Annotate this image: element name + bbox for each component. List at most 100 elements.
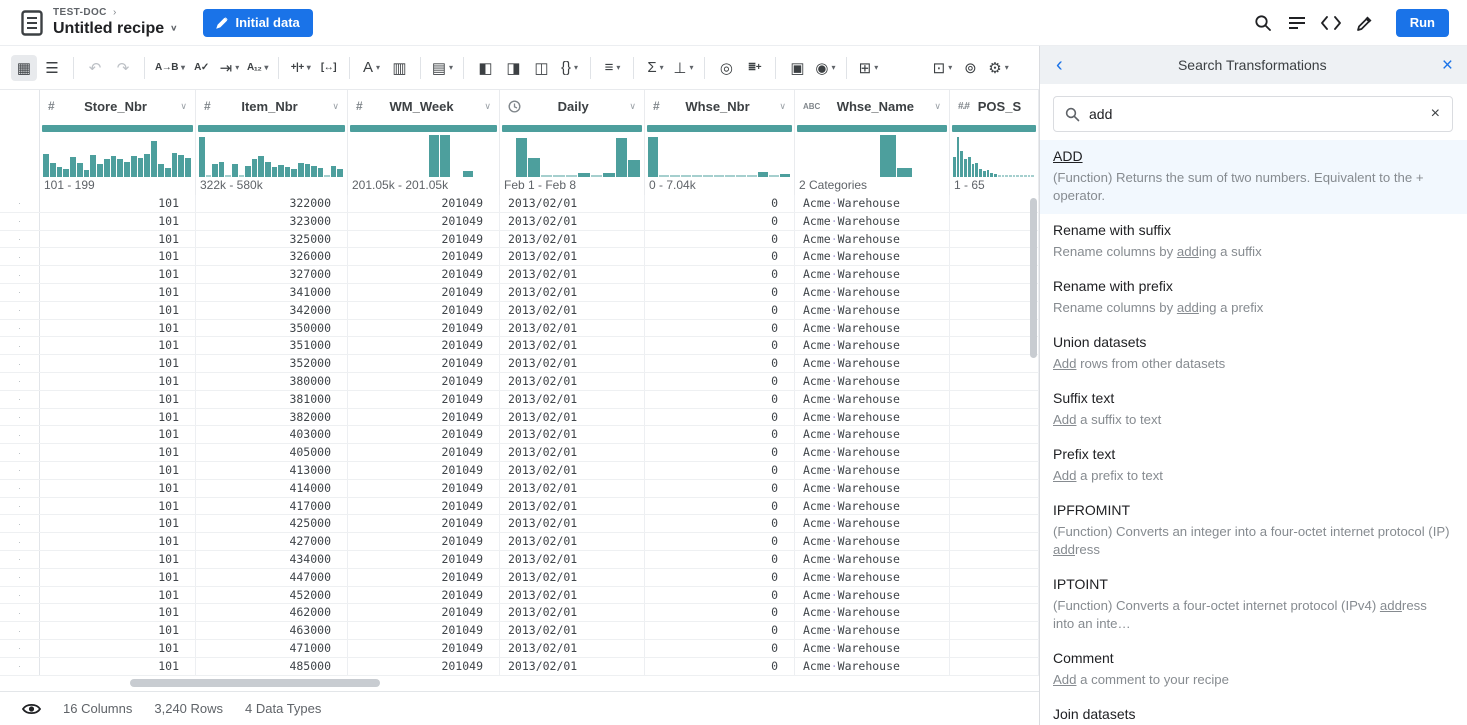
cell-WM_Week[interactable]: 201049 <box>348 195 500 212</box>
cell-Item_Nbr[interactable]: 405000 <box>196 444 348 461</box>
cell-Whse_Name[interactable]: Acme·Warehouse <box>795 391 950 408</box>
column-histogram-Item_Nbr[interactable] <box>196 135 347 177</box>
initial-data-button[interactable]: Initial data <box>203 9 312 37</box>
horizontal-scrollbar[interactable] <box>130 679 380 687</box>
cell-Item_Nbr[interactable]: 417000 <box>196 498 348 515</box>
cell-Daily[interactable]: 2013/02/01 <box>500 248 645 265</box>
cell-WM_Week[interactable]: 201049 <box>348 533 500 550</box>
cell-POS_S[interactable] <box>950 480 1039 497</box>
cell-Item_Nbr[interactable]: 326000 <box>196 248 348 265</box>
histogram-bar[interactable] <box>1005 175 1008 177</box>
row-view-icon[interactable]: ☰ <box>39 55 65 81</box>
cell-Store_Nbr[interactable]: 101 <box>40 302 196 319</box>
cell-POS_S[interactable] <box>950 248 1039 265</box>
row-handle[interactable]: · <box>0 284 40 301</box>
cell-Store_Nbr[interactable]: 101 <box>40 533 196 550</box>
cell-POS_S[interactable] <box>950 515 1039 532</box>
histogram-bar[interactable] <box>131 156 137 177</box>
cell-Daily[interactable]: 2013/02/01 <box>500 533 645 550</box>
cell-Whse_Nbr[interactable]: 0 <box>645 213 795 230</box>
breadcrumb-label[interactable]: TEST-DOC <box>53 7 107 18</box>
cell-Store_Nbr[interactable]: 101 <box>40 231 196 248</box>
cell-Whse_Name[interactable]: Acme·Warehouse <box>795 213 950 230</box>
cell-POS_S[interactable] <box>950 337 1039 354</box>
column-menu-chevron-icon[interactable]: ∨ <box>332 101 339 112</box>
histogram-bar[interactable] <box>138 158 144 177</box>
cell-POS_S[interactable] <box>950 213 1039 230</box>
cell-POS_S[interactable] <box>950 302 1039 319</box>
histogram-bar[interactable] <box>245 166 251 177</box>
column-histogram-Whse_Name[interactable] <box>795 135 949 177</box>
histogram-bar[interactable] <box>1002 175 1005 177</box>
histogram-bar[interactable] <box>616 138 628 177</box>
cell-Whse_Name[interactable]: Acme·Warehouse <box>795 498 950 515</box>
row-handle[interactable]: · <box>0 337 40 354</box>
histogram-bar[interactable] <box>165 168 171 177</box>
cell-Whse_Nbr[interactable]: 0 <box>645 533 795 550</box>
histogram-bar[interactable] <box>528 158 540 177</box>
cell-Store_Nbr[interactable]: 101 <box>40 391 196 408</box>
histogram-bar[interactable] <box>151 141 157 177</box>
cell-Whse_Nbr[interactable]: 0 <box>645 622 795 639</box>
cell-Daily[interactable]: 2013/02/01 <box>500 444 645 461</box>
row-handle[interactable]: · <box>0 515 40 532</box>
split-column-icon[interactable]: +|+▾ <box>287 55 313 81</box>
cell-POS_S[interactable] <box>950 409 1039 426</box>
row-handle[interactable]: · <box>0 498 40 515</box>
cell-POS_S[interactable] <box>950 320 1039 337</box>
histogram-bar[interactable] <box>117 159 123 177</box>
recipe-title-dropdown[interactable]: Untitled recipe ∨ <box>53 19 177 38</box>
cell-Whse_Nbr[interactable]: 0 <box>645 248 795 265</box>
cell-Store_Nbr[interactable]: 101 <box>40 373 196 390</box>
cell-Whse_Nbr[interactable]: 0 <box>645 373 795 390</box>
union-icon[interactable]: ≣+ <box>741 55 767 81</box>
redo-icon[interactable]: ↷ <box>110 55 136 81</box>
cell-Item_Nbr[interactable]: 350000 <box>196 320 348 337</box>
row-handle[interactable]: · <box>0 248 40 265</box>
cell-Store_Nbr[interactable]: 101 <box>40 195 196 212</box>
transformation-result-rename-with-prefix[interactable]: Rename with prefixRename columns by addi… <box>1040 270 1467 326</box>
cell-POS_S[interactable] <box>950 444 1039 461</box>
profile-icon[interactable]: ⊚ <box>957 55 983 81</box>
histogram-bar[interactable] <box>232 164 238 177</box>
histogram-bar[interactable] <box>84 170 90 177</box>
histogram-bar[interactable] <box>331 166 337 177</box>
cell-POS_S[interactable] <box>950 551 1039 568</box>
cell-Daily[interactable]: 2013/02/01 <box>500 355 645 372</box>
column-menu-chevron-icon[interactable]: ∨ <box>629 101 636 112</box>
histogram-bar[interactable] <box>97 164 103 177</box>
cell-WM_Week[interactable]: 201049 <box>348 355 500 372</box>
cell-Whse_Name[interactable]: Acme·Warehouse <box>795 320 950 337</box>
cell-Store_Nbr[interactable]: 101 <box>40 515 196 532</box>
cell-Store_Nbr[interactable]: 101 <box>40 498 196 515</box>
histogram-bar[interactable] <box>90 155 96 177</box>
rank-icon[interactable]: A₁₂▾ <box>244 55 270 81</box>
histogram-bar[interactable] <box>998 175 1001 177</box>
transformation-result-union-datasets[interactable]: Union datasetsAdd rows from other datase… <box>1040 326 1467 382</box>
histogram-bar[interactable] <box>725 175 735 177</box>
histogram-bar[interactable] <box>972 164 975 177</box>
cell-Item_Nbr[interactable]: 352000 <box>196 355 348 372</box>
cell-WM_Week[interactable]: 201049 <box>348 373 500 390</box>
histogram-bar[interactable] <box>265 162 271 177</box>
cell-Store_Nbr[interactable]: 101 <box>40 587 196 604</box>
cell-Store_Nbr[interactable]: 101 <box>40 569 196 586</box>
datetime-type-icon[interactable] <box>508 100 521 113</box>
cell-Whse_Name[interactable]: Acme·Warehouse <box>795 426 950 443</box>
histogram-bar[interactable] <box>780 174 790 177</box>
cell-WM_Week[interactable]: 201049 <box>348 391 500 408</box>
cell-Item_Nbr[interactable]: 447000 <box>196 569 348 586</box>
histogram-bar[interactable] <box>324 175 330 177</box>
cell-Whse_Name[interactable]: Acme·Warehouse <box>795 480 950 497</box>
cell-POS_S[interactable] <box>950 587 1039 604</box>
cell-WM_Week[interactable]: 201049 <box>348 302 500 319</box>
cell-Store_Nbr[interactable]: 101 <box>40 248 196 265</box>
cell-WM_Week[interactable]: 201049 <box>348 409 500 426</box>
cell-Item_Nbr[interactable]: 403000 <box>196 426 348 443</box>
cell-Whse_Nbr[interactable]: 0 <box>645 231 795 248</box>
histogram-bar[interactable] <box>628 160 640 177</box>
settings-icon[interactable]: ⚙▾ <box>985 55 1011 81</box>
cell-Whse_Name[interactable]: Acme·Warehouse <box>795 195 950 212</box>
column-histogram-WM_Week[interactable] <box>348 135 499 177</box>
cell-Daily[interactable]: 2013/02/01 <box>500 480 645 497</box>
